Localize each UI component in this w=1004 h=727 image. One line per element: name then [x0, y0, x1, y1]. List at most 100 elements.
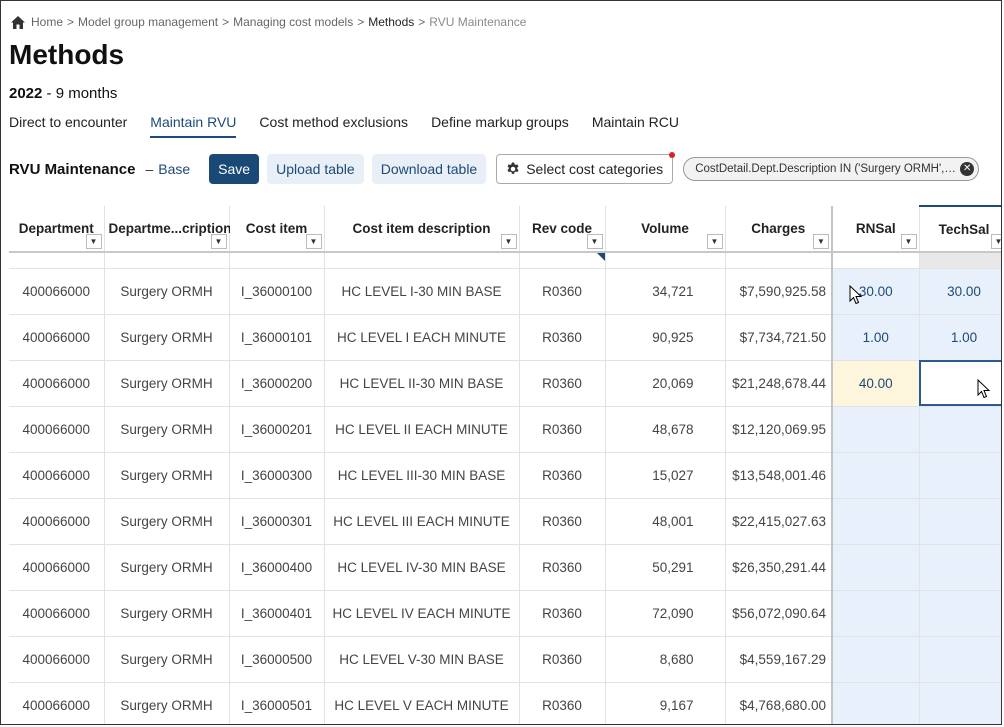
- cell-rnsal[interactable]: 1.00: [832, 314, 920, 361]
- cell-techsal[interactable]: [919, 544, 1001, 591]
- tab-define-markup-groups[interactable]: Define markup groups: [431, 114, 569, 138]
- chevron-down-icon[interactable]: ▼: [813, 234, 829, 249]
- table-row[interactable]: 400066000 Surgery ORMH I_36000101 HC LEVEL …: [9, 314, 1001, 361]
- cell-cost-item: I_36000500: [229, 636, 325, 683]
- cell-department: 400066000: [9, 682, 105, 724]
- cell-techsal[interactable]: 1.00: [919, 314, 1001, 361]
- cell-department: 400066000: [9, 360, 105, 407]
- breadcrumb-methods[interactable]: Methods: [368, 15, 414, 29]
- cell-rev-code: R0360: [519, 498, 606, 545]
- period-year: 2022: [9, 85, 43, 102]
- cell-department: 400066000: [9, 452, 105, 499]
- cell-dept-description: Surgery ORMH: [104, 360, 230, 407]
- cell-techsal[interactable]: [919, 590, 1001, 637]
- cell-rnsal[interactable]: [832, 452, 920, 499]
- cell-rev-code: R0360: [519, 406, 606, 453]
- cell-techsal[interactable]: [919, 452, 1001, 499]
- table-row[interactable]: 400066000 Surgery ORMH I_36000201 HC LEVEL …: [9, 406, 1001, 453]
- table-row[interactable]: 400066000 Surgery ORMH I_36000500 HC LEVEL …: [9, 636, 1001, 683]
- chevron-down-icon[interactable]: ▼: [900, 234, 917, 249]
- column-header-rev-code[interactable]: Rev code ▼: [519, 206, 606, 253]
- column-header-rnsal[interactable]: RNSal ▼: [832, 206, 920, 253]
- tab-bar: Direct to encounter Maintain RVU Cost me…: [9, 114, 702, 138]
- table-row[interactable]: 400066000 Surgery ORMH I_36000401 HC LEVEL …: [9, 590, 1001, 637]
- app-window: Home > Model group management > Managing…: [0, 0, 1002, 725]
- cell-rnsal[interactable]: [832, 682, 920, 724]
- column-header-charges[interactable]: Charges ▼: [725, 206, 833, 253]
- breadcrumb-cost-models[interactable]: Managing cost models: [233, 15, 353, 29]
- table-row[interactable]: 400066000 Surgery ORMH I_36000300 HC LEVEL …: [9, 452, 1001, 499]
- table-row[interactable]: 400066000 Surgery ORMH I_36000501 HC LEVEL …: [9, 682, 1001, 724]
- column-header-cost-item[interactable]: Cost item ▼: [229, 206, 325, 253]
- mouse-pointer-icon: [849, 285, 863, 305]
- cell-cost-item-description: HC LEVEL II EACH MINUTE: [324, 406, 520, 453]
- table-row[interactable]: 400066000 Surgery ORMH I_36000200 HC LEVEL …: [9, 360, 1001, 407]
- select-cost-categories-label: Select cost categories: [526, 161, 664, 177]
- column-header-techsal[interactable]: TechSal ▼: [919, 205, 1001, 253]
- cell-department: 400066000: [9, 406, 105, 453]
- period-label: 2022 - 9 months: [9, 85, 117, 102]
- cell-department: 400066000: [9, 590, 105, 637]
- cell-rnsal[interactable]: [832, 636, 920, 683]
- cell-rnsal[interactable]: 40.00: [832, 360, 920, 407]
- cell-techsal[interactable]: [919, 636, 1001, 683]
- cell-charges: $22,415,027.63: [725, 498, 833, 545]
- cell-charges: $7,734,721.50: [725, 314, 833, 361]
- cell-dept-description: Surgery ORMH: [104, 268, 230, 315]
- tab-direct-to-encounter[interactable]: Direct to encounter: [9, 114, 127, 138]
- save-button[interactable]: Save: [209, 154, 260, 184]
- filter-chip[interactable]: CostDetail.Dept.Description IN ('Surgery…: [683, 157, 980, 181]
- breadcrumb-model-group[interactable]: Model group management: [78, 15, 218, 29]
- cell-rev-code: R0360: [519, 360, 606, 407]
- chevron-down-icon[interactable]: ▼: [990, 234, 1001, 249]
- breadcrumb-separator: >: [222, 15, 230, 29]
- breadcrumb-home[interactable]: Home: [31, 15, 63, 29]
- tab-maintain-rcu[interactable]: Maintain RCU: [592, 114, 679, 138]
- cell-department: 400066000: [9, 544, 105, 591]
- cell-rnsal[interactable]: [832, 498, 920, 545]
- table-row[interactable]: 400066000 Surgery ORMH I_36000400 HC LEVEL …: [9, 544, 1001, 591]
- chevron-down-icon[interactable]: ▼: [586, 234, 603, 249]
- chevron-down-icon[interactable]: ▼: [706, 234, 723, 249]
- base-link[interactable]: Base: [158, 161, 190, 177]
- cell-volume: 20,069: [605, 360, 726, 407]
- cell-cost-item: I_36000401: [229, 590, 325, 637]
- chevron-down-icon[interactable]: ▼: [500, 234, 517, 249]
- cell-rnsal[interactable]: [832, 590, 920, 637]
- close-icon[interactable]: ✕: [960, 162, 975, 176]
- chevron-down-icon[interactable]: ▼: [210, 234, 227, 249]
- cell-cost-item-description: HC LEVEL II-30 MIN BASE: [324, 360, 520, 407]
- cell-techsal[interactable]: [919, 682, 1001, 724]
- chevron-down-icon[interactable]: ▼: [85, 234, 102, 249]
- cell-rev-code: R0360: [519, 590, 606, 637]
- cell-cost-item-description: HC LEVEL I-30 MIN BASE: [324, 268, 520, 315]
- breadcrumb-separator: >: [67, 15, 75, 29]
- grid-body: 400066000 Surgery ORMH I_36000100 HC LEVEL …: [9, 268, 1001, 724]
- cell-techsal[interactable]: 30.00: [919, 268, 1001, 315]
- cell-rnsal[interactable]: [832, 406, 920, 453]
- home-icon[interactable]: [11, 15, 25, 29]
- column-header-dept-description[interactable]: Departme...cription ▼: [104, 206, 232, 253]
- column-header-department[interactable]: Department ▼: [9, 206, 105, 253]
- column-header-cost-item-description[interactable]: Cost item description ▼: [324, 206, 520, 253]
- cell-techsal[interactable]: [919, 406, 1001, 453]
- download-table-button[interactable]: Download table: [371, 154, 487, 184]
- cell-rnsal[interactable]: 30.00: [832, 268, 920, 315]
- period-suffix: - 9 months: [46, 85, 118, 102]
- table-row[interactable]: 400066000 Surgery ORMH I_36000301 HC LEVEL …: [9, 498, 1001, 545]
- page-title: Methods: [9, 39, 125, 70]
- column-header-volume[interactable]: Volume ▼: [605, 206, 726, 253]
- cell-cost-item-description: HC LEVEL III-30 MIN BASE: [324, 452, 520, 499]
- tab-cost-method-exclusions[interactable]: Cost method exclusions: [259, 114, 408, 138]
- upload-table-button[interactable]: Upload table: [267, 154, 364, 184]
- cell-volume: 34,721: [605, 268, 726, 315]
- select-cost-categories-button[interactable]: Select cost categories: [496, 152, 676, 184]
- rvu-table: Department ▼ Departme...cription ▼ Cost it…: [9, 205, 1001, 724]
- cell-techsal[interactable]: [919, 498, 1001, 545]
- cell-rev-code: R0360: [519, 314, 606, 361]
- toolbar: RVU Maintenance – Base Save Upload table…: [9, 152, 980, 184]
- chevron-down-icon[interactable]: ▼: [305, 234, 322, 249]
- tab-maintain-rvu[interactable]: Maintain RVU: [150, 114, 237, 138]
- cell-rnsal[interactable]: [832, 544, 920, 591]
- cell-rev-code: R0360: [519, 268, 606, 315]
